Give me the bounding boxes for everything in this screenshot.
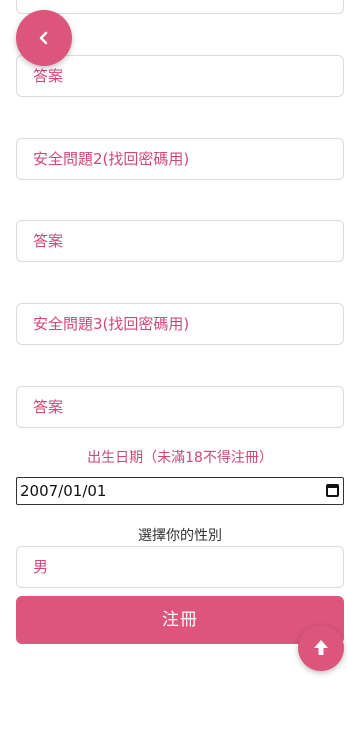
answer-1-field[interactable]: 答案 bbox=[16, 55, 344, 97]
security-question-1-field[interactable]: 安全問題1(找回密碼用) bbox=[16, 0, 344, 14]
security-question-3-field[interactable]: 安全問題3(找回密碼用) bbox=[16, 303, 344, 345]
birthdate-input[interactable]: 2007/01/01 bbox=[16, 477, 344, 505]
answer-2-field[interactable]: 答案 bbox=[16, 220, 344, 262]
calendar-icon[interactable] bbox=[326, 484, 339, 497]
security-question-2-field[interactable]: 安全問題2(找回密碼用) bbox=[16, 138, 344, 180]
register-button[interactable]: 注冊 bbox=[16, 596, 344, 644]
birthdate-label: 出生日期（未滿18不得注冊） bbox=[87, 450, 273, 466]
back-button[interactable] bbox=[16, 10, 72, 66]
answer-3-field[interactable]: 答案 bbox=[16, 386, 344, 428]
register-page: 安全問題1(找回密碼用) 答案 安全問題2(找回密碼用) 答案 安全問題3(找回… bbox=[0, 0, 360, 740]
gender-label: 選擇你的性別 bbox=[138, 528, 222, 544]
gender-select[interactable]: 男 bbox=[16, 546, 344, 588]
arrow-up-icon bbox=[314, 640, 328, 655]
chevron-left-icon bbox=[39, 31, 48, 45]
scroll-to-top-button[interactable] bbox=[298, 625, 344, 671]
birthdate-value: 2007/01/01 bbox=[20, 482, 107, 500]
